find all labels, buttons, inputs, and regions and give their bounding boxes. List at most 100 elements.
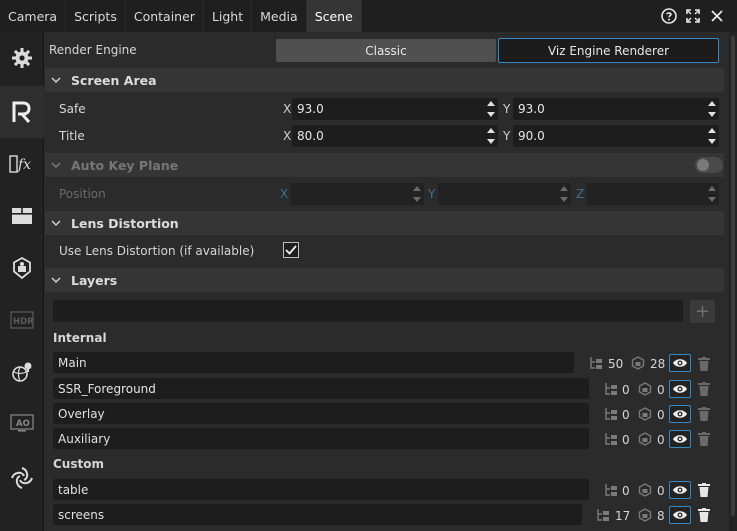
layout-icon[interactable]: [0, 190, 44, 242]
classic-renderer-button[interactable]: Classic: [276, 39, 496, 62]
renderer-r-icon[interactable]: [0, 86, 44, 138]
section-title: Layers: [71, 272, 118, 288]
trash-icon[interactable]: [698, 432, 710, 446]
object-tree-icon: [604, 483, 618, 497]
tab-scene[interactable]: Scene: [306, 0, 362, 32]
visibility-eye-icon[interactable]: [669, 405, 691, 423]
spinner-icon[interactable]: [413, 186, 421, 202]
close-icon[interactable]: [709, 8, 725, 24]
trash-icon[interactable]: [698, 357, 710, 371]
scene-settings-panel: Render Engine Classic Viz Engine Rendere…: [45, 32, 729, 531]
tab-camera[interactable]: Camera: [0, 0, 67, 32]
ao-icon[interactable]: AO: [0, 398, 44, 450]
visibility-eye-icon[interactable]: [669, 481, 691, 499]
spinner-icon[interactable]: [560, 186, 568, 202]
position-z-axis-label: Z: [576, 187, 585, 201]
position-x-input[interactable]: [290, 183, 424, 205]
visibility-eye-icon[interactable]: [669, 430, 691, 448]
layer-container-count: 0: [657, 433, 665, 447]
fx-icon[interactable]: fx: [0, 138, 44, 190]
layer-name-field[interactable]: table: [53, 479, 589, 500]
window-controls: [661, 0, 737, 32]
spinner-icon[interactable]: [487, 128, 495, 144]
hdr-icon[interactable]: HDR: [0, 294, 44, 346]
title-y-input[interactable]: 90.0: [513, 125, 719, 147]
camera-shield-icon[interactable]: [0, 242, 44, 294]
tab-scripts[interactable]: Scripts: [66, 0, 126, 32]
title-x-axis-label: X: [283, 129, 292, 143]
add-layer-button[interactable]: +: [690, 300, 715, 323]
spinner-icon[interactable]: [708, 101, 716, 117]
spinner-icon[interactable]: [708, 186, 716, 202]
layer-name-field[interactable]: Overlay: [53, 403, 589, 424]
trash-icon[interactable]: [698, 508, 710, 522]
gear-icon[interactable]: [0, 32, 44, 84]
trash-icon[interactable]: [698, 382, 710, 396]
swirl-icon[interactable]: [0, 452, 44, 504]
layer-container-count: 0: [657, 383, 665, 397]
safe-y-axis-label: Y: [503, 102, 511, 116]
layer-container-count: 0: [657, 484, 665, 498]
tab-container[interactable]: Container: [126, 0, 204, 32]
layer-name-field[interactable]: Auxiliary: [53, 428, 589, 449]
top-tab-bar: Camera Scripts Container Light Media Sce…: [0, 0, 737, 32]
object-tree-icon: [604, 407, 618, 421]
checkmark-icon: [285, 245, 297, 255]
safe-x-input[interactable]: 93.0: [292, 98, 498, 120]
container-icon: [638, 483, 652, 497]
layer-name-field[interactable]: Main: [53, 352, 574, 373]
visibility-eye-icon[interactable]: [669, 354, 691, 372]
trash-icon[interactable]: [698, 483, 710, 497]
section-title: Auto Key Plane: [71, 157, 179, 173]
layer-object-count: 50: [608, 357, 624, 371]
use-lens-distortion-label: Use Lens Distortion (if available): [59, 244, 255, 258]
screen-area-section-header[interactable]: Screen Area: [45, 68, 724, 92]
spinner-icon[interactable]: [708, 128, 716, 144]
title-x-input[interactable]: 80.0: [292, 125, 498, 147]
position-y-input[interactable]: [438, 183, 571, 205]
trash-icon[interactable]: [698, 407, 710, 421]
container-icon: [631, 356, 645, 370]
auto-key-plane-toggle[interactable]: [695, 157, 723, 173]
help-icon[interactable]: [661, 8, 677, 24]
safe-x-value: 93.0: [297, 102, 324, 116]
visibility-eye-icon[interactable]: [669, 380, 691, 398]
container-icon: [638, 407, 652, 421]
layers-section-header[interactable]: Layers: [45, 268, 724, 292]
object-tree-icon: [604, 382, 618, 396]
layer-name-field[interactable]: SSR_Foreground: [53, 378, 589, 399]
spinner-icon[interactable]: [487, 101, 495, 117]
chevron-down-icon: [45, 77, 67, 83]
layer-object-count: 0: [622, 408, 630, 422]
layer-name-input[interactable]: [53, 300, 683, 322]
safe-x-axis-label: X: [283, 102, 292, 116]
visibility-eye-icon[interactable]: [669, 506, 691, 524]
internal-group-label: Internal: [53, 331, 107, 345]
globe-light-icon[interactable]: [0, 346, 44, 398]
layer-name-field[interactable]: screens: [53, 504, 582, 525]
title-y-value: 90.0: [518, 129, 545, 143]
tab-media[interactable]: Media: [252, 0, 307, 32]
container-icon: [638, 508, 652, 522]
tab-light[interactable]: Light: [204, 0, 253, 32]
chevron-down-icon: [45, 277, 67, 283]
layer-object-count: 0: [622, 383, 630, 397]
viz-engine-renderer-button[interactable]: Viz Engine Renderer: [498, 38, 719, 63]
render-engine-label: Render Engine: [49, 43, 137, 57]
svg-text:HDR: HDR: [13, 317, 34, 327]
scrollbar-thumb[interactable]: [731, 36, 735, 516]
safe-y-input[interactable]: 93.0: [513, 98, 719, 120]
expand-icon[interactable]: [685, 8, 701, 24]
auto-key-plane-section-header[interactable]: Auto Key Plane: [45, 153, 724, 177]
chevron-down-icon: [45, 220, 67, 226]
position-z-input[interactable]: [586, 183, 719, 205]
lens-distortion-section-header[interactable]: Lens Distortion: [45, 211, 724, 235]
safe-label: Safe: [59, 102, 86, 116]
safe-y-value: 93.0: [518, 102, 545, 116]
container-icon: [638, 382, 652, 396]
svg-text:fx: fx: [17, 157, 31, 173]
use-lens-distortion-checkbox[interactable]: [283, 242, 299, 258]
vertical-scrollbar[interactable]: [729, 32, 737, 531]
layer-object-count: 17: [615, 509, 631, 523]
container-icon: [638, 432, 652, 446]
